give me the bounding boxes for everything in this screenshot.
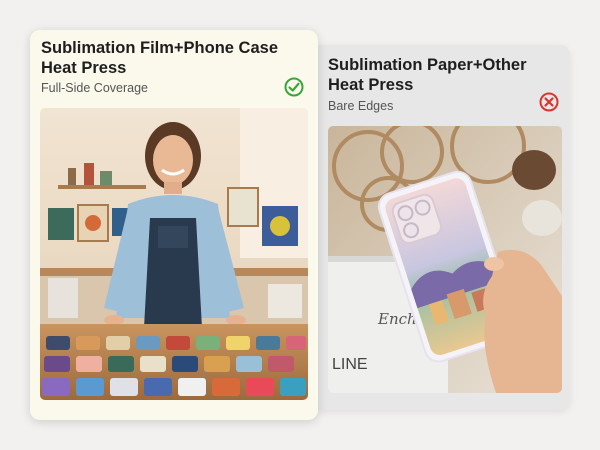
x-circle-icon xyxy=(539,92,559,112)
card-title: Sublimation Film+Phone Case Heat Press xyxy=(41,39,279,77)
box-label-text: LINE xyxy=(332,356,368,373)
hand-holding-case-photo: Enchan LINE xyxy=(328,126,562,393)
check-circle-icon xyxy=(284,77,304,97)
comparison-card-film: Sublimation Film+Phone Case Heat Press F… xyxy=(30,30,318,420)
card-title: Sublimation Paper+Other Heat Press xyxy=(328,56,527,94)
card-subtitle: Bare Edges xyxy=(328,99,394,113)
comparison-card-paper: Sublimation Paper+Other Heat Press Bare … xyxy=(318,45,570,410)
card-subtitle: Full-Side Coverage xyxy=(41,81,148,95)
woman-phone-cases-photo xyxy=(40,108,308,400)
